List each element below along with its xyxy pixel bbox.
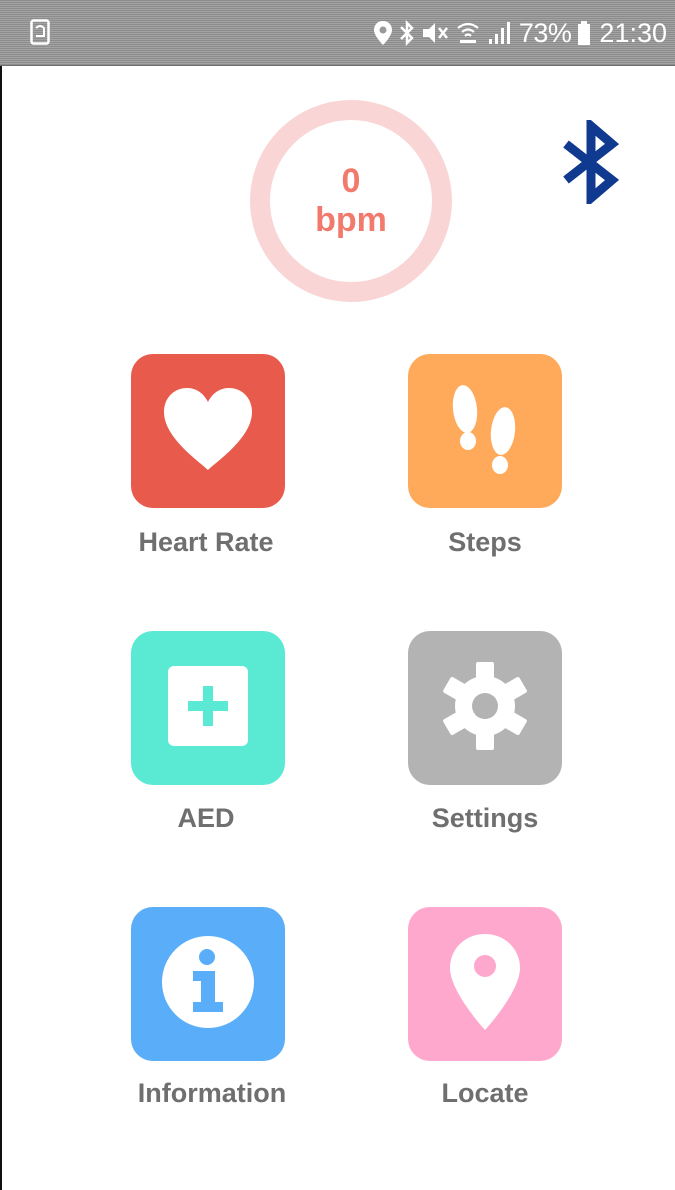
clock: 21:30 xyxy=(599,17,667,48)
settings-label: Settings xyxy=(431,803,539,833)
mute-icon xyxy=(421,20,449,46)
gear-icon xyxy=(437,658,533,759)
wifi-calling-icon xyxy=(455,20,481,46)
screen-rotate-icon xyxy=(30,19,50,45)
location-icon xyxy=(373,20,393,46)
signal-icon xyxy=(487,20,513,46)
steps-button[interactable] xyxy=(408,354,562,508)
information-label: Information xyxy=(137,1078,287,1108)
status-bar: 73% 21:30 xyxy=(0,0,675,66)
bpm-value: 0 xyxy=(341,162,361,200)
locate-label: Locate xyxy=(441,1078,529,1108)
battery-icon xyxy=(577,20,591,46)
heart-rate-label: Heart Rate xyxy=(138,527,274,557)
aed-plus-icon xyxy=(166,664,250,753)
bpm-gauge: 0 bpm xyxy=(250,100,452,302)
locate-button[interactable] xyxy=(408,907,562,1061)
info-icon xyxy=(160,934,256,1035)
bpm-unit: bpm xyxy=(315,201,387,239)
heart-icon xyxy=(160,386,256,477)
battery-percent: 73% xyxy=(518,17,572,48)
information-button[interactable] xyxy=(131,907,285,1061)
bluetooth-icon xyxy=(399,20,415,46)
location-pin-icon xyxy=(447,932,523,1037)
settings-button[interactable] xyxy=(408,631,562,785)
bluetooth-icon[interactable] xyxy=(560,116,622,208)
steps-label: Steps xyxy=(448,527,522,557)
status-icons: 73% 21:30 xyxy=(373,10,667,56)
heart-rate-button[interactable] xyxy=(131,354,285,508)
aed-button[interactable] xyxy=(131,631,285,785)
aed-label: AED xyxy=(177,803,235,833)
footsteps-icon xyxy=(445,379,525,484)
